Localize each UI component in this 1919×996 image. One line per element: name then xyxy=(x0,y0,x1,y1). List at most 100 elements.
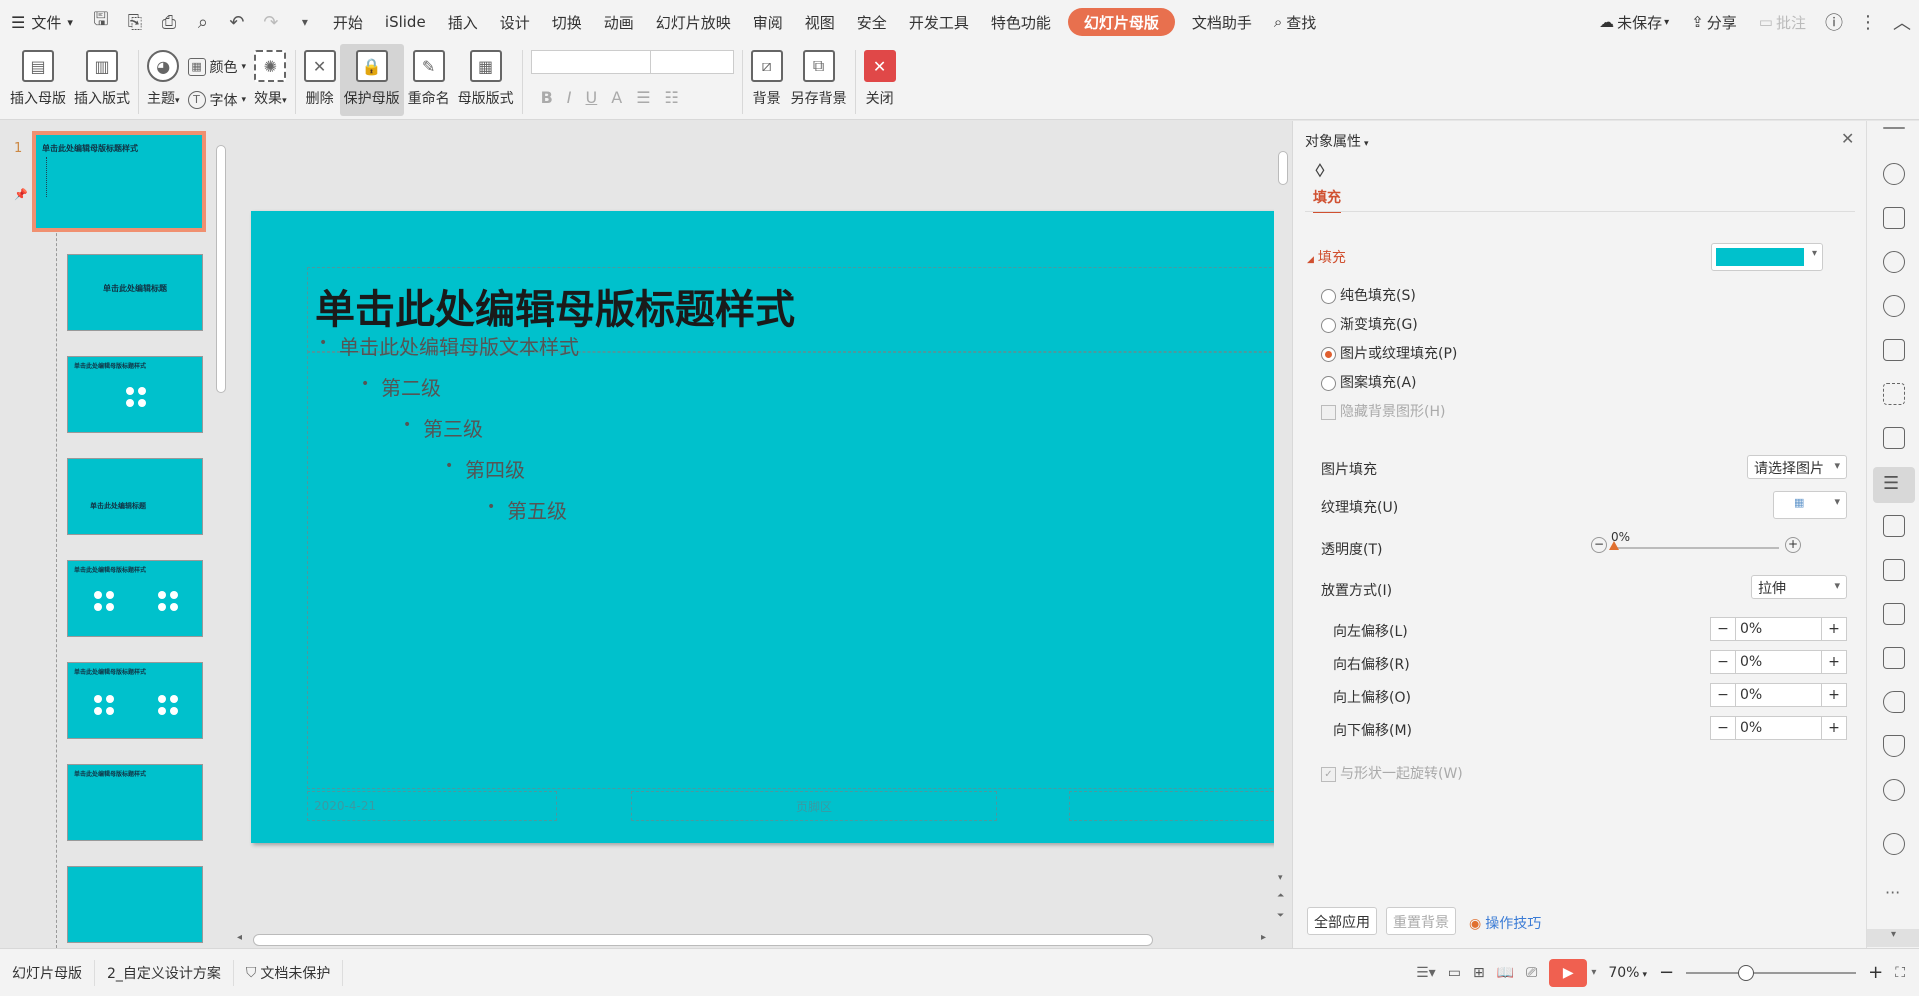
pattern-fill-option[interactable]: 图案填充(A) xyxy=(1321,372,1417,392)
zoom-select[interactable]: 70% ▾ xyxy=(1608,965,1647,981)
print-icon[interactable]: ⎙ xyxy=(152,0,186,44)
minus-icon[interactable]: − xyxy=(1711,684,1735,706)
canvas-vertical-scrollbar[interactable]: ▾ ⏶ ⏷ xyxy=(1274,121,1292,948)
tab-animation[interactable]: 动画 xyxy=(593,0,645,44)
save-icon[interactable]: 🖫 xyxy=(84,0,118,44)
zoom-out-icon[interactable]: − xyxy=(1659,962,1674,983)
thumbnail-layout[interactable] xyxy=(67,866,203,943)
thumbnail-layout[interactable]: 单击此处编辑母版标题样式 xyxy=(67,662,203,739)
history-icon[interactable] xyxy=(1883,779,1905,801)
normal-view-icon[interactable]: ▭ xyxy=(1448,965,1461,981)
customize-icon[interactable]: ▾ xyxy=(288,0,322,44)
fill-color-picker[interactable]: ▾ xyxy=(1711,243,1823,271)
layers-icon[interactable] xyxy=(1883,207,1905,229)
offset-left-stepper[interactable]: −0% + xyxy=(1710,617,1847,641)
thumbnail-layout[interactable]: 单击此处编辑母版标题样式 xyxy=(67,560,203,637)
help-icon[interactable] xyxy=(1883,833,1905,855)
presenter-view-icon[interactable]: ⎚ xyxy=(1526,965,1537,981)
plus-icon[interactable]: + xyxy=(1822,618,1846,640)
file-menu[interactable]: ☰ 文件 ▾ xyxy=(0,0,84,44)
offset-right-value[interactable]: 0% xyxy=(1735,651,1822,673)
tab-review[interactable]: 审阅 xyxy=(742,0,794,44)
hide-bg-checkbox[interactable]: 隐藏背景图形(H) xyxy=(1321,401,1445,421)
tips-link[interactable]: ◉ 操作技巧 xyxy=(1469,913,1541,933)
pin-icon[interactable]: 📌 xyxy=(14,188,28,201)
offset-left-value[interactable]: 0% xyxy=(1735,618,1822,640)
grid-icon[interactable] xyxy=(1883,383,1905,405)
color-fill-icon[interactable] xyxy=(1883,339,1905,361)
tab-transition[interactable]: 切换 xyxy=(541,0,593,44)
close-master-button[interactable]: ✕ 关闭 xyxy=(860,44,900,116)
tab-security[interactable]: 安全 xyxy=(846,0,898,44)
print-preview-icon[interactable]: ⌕ xyxy=(186,0,220,44)
save-background-button[interactable]: ⧉ 另存背景 xyxy=(787,44,851,116)
theme-button[interactable]: ◕ 主题▾ xyxy=(143,44,184,116)
undo-icon[interactable]: ↶ xyxy=(220,0,254,44)
font-color-icon[interactable]: A xyxy=(611,88,622,107)
chevron-down-icon[interactable]: ▾ xyxy=(1591,967,1596,978)
prev-slide-icon[interactable]: ⏶ xyxy=(1277,891,1284,901)
tab-features[interactable]: 特色功能 xyxy=(980,0,1062,44)
minus-icon[interactable]: − xyxy=(1711,651,1735,673)
tab-home[interactable]: 开始 xyxy=(322,0,374,44)
share-button[interactable]: ⇪ 分享 xyxy=(1680,0,1748,44)
chevron-down-icon[interactable]: ▾ xyxy=(1278,873,1283,883)
numbered-list-icon[interactable]: ☷ xyxy=(665,88,679,107)
redo-icon[interactable]: ↷ xyxy=(254,0,288,44)
delete-button[interactable]: ✕ 删除 xyxy=(300,44,340,116)
zoom-slider-knob[interactable] xyxy=(1738,964,1755,981)
rename-button[interactable]: ✎ 重命名 xyxy=(404,44,454,116)
thumbnail-scrollbar[interactable] xyxy=(213,121,229,948)
shapes-icon[interactable] xyxy=(1883,251,1905,273)
chevron-left-icon[interactable]: ◂ xyxy=(237,932,242,943)
gradient-fill-option[interactable]: 渐变填充(G) xyxy=(1321,314,1418,334)
transparency-minus[interactable]: − xyxy=(1591,537,1607,553)
sorter-view-icon[interactable]: ⊞ xyxy=(1473,965,1485,981)
format-painter-icon[interactable]: ⎘ xyxy=(118,0,152,44)
close-icon[interactable]: ✕ xyxy=(1841,129,1854,148)
offset-right-stepper[interactable]: −0% + xyxy=(1710,650,1847,674)
star-icon[interactable] xyxy=(1883,163,1905,185)
texture-fill-select[interactable]: ▦ xyxy=(1773,491,1847,519)
solid-fill-option[interactable]: 纯色填充(S) xyxy=(1321,285,1416,305)
image-icon[interactable] xyxy=(1883,515,1905,537)
thumbnail-layout[interactable]: 单击此处编辑母版标题样式 xyxy=(67,356,203,433)
tab-fill[interactable]: 填充 xyxy=(1313,187,1341,213)
scrollbar-thumb[interactable] xyxy=(1278,151,1288,185)
minus-icon[interactable]: − xyxy=(1711,717,1735,739)
placement-select[interactable]: 拉伸 xyxy=(1751,575,1847,599)
play-button[interactable]: ▶ xyxy=(1549,958,1588,987)
transparency-slider-knob[interactable] xyxy=(1609,541,1619,550)
plus-icon[interactable]: + xyxy=(1822,717,1846,739)
tab-islide[interactable]: iSlide xyxy=(374,0,437,44)
offset-up-stepper[interactable]: −0% + xyxy=(1710,683,1847,707)
unsaved-button[interactable]: ☁ 未保存 ▾ xyxy=(1588,0,1680,44)
properties-icon[interactable]: ☰ xyxy=(1873,467,1915,503)
status-design[interactable]: 2_自定义设计方案 xyxy=(95,959,234,986)
tab-developer[interactable]: 开发工具 xyxy=(898,0,980,44)
thumbnail-layout[interactable]: 单击此处编辑标题 xyxy=(67,458,203,535)
search-button[interactable]: ⌕ 查找 xyxy=(1263,0,1327,44)
tab-view[interactable]: 视图 xyxy=(794,0,846,44)
chevron-right-icon[interactable]: ▸ xyxy=(1261,932,1266,943)
underline-icon[interactable]: U xyxy=(586,88,598,107)
scrollbar-thumb[interactable] xyxy=(216,145,226,393)
minus-icon[interactable]: − xyxy=(1711,618,1735,640)
italic-icon[interactable]: I xyxy=(567,88,572,107)
speaker-icon[interactable] xyxy=(1883,691,1905,713)
transparency-plus[interactable]: + xyxy=(1785,537,1801,553)
font-size-select[interactable] xyxy=(649,50,734,74)
tab-doc-helper[interactable]: 文档助手 xyxy=(1181,0,1263,44)
more-icon[interactable]: ⋮ xyxy=(1851,0,1885,44)
status-protect[interactable]: ⛉ 文档未保护 xyxy=(234,959,344,986)
picture-fill-option[interactable]: 图片或纹理填充(P) xyxy=(1321,343,1457,363)
effect-button[interactable]: ✺ 效果▾ xyxy=(250,44,291,116)
fit-window-icon[interactable]: ⛶ xyxy=(1895,965,1905,981)
offset-down-stepper[interactable]: −0% + xyxy=(1710,716,1847,740)
thumbnail-layout[interactable]: 单击此处编辑标题 xyxy=(67,254,203,331)
copy-icon[interactable] xyxy=(1883,603,1905,625)
props-header[interactable]: 对象属性 ▾ xyxy=(1305,131,1369,151)
help-icon[interactable]: ⓘ xyxy=(1817,0,1851,44)
fill-section-header[interactable]: ◢ 填充 xyxy=(1307,247,1346,267)
slide-number-placeholder[interactable] xyxy=(1069,791,1274,821)
